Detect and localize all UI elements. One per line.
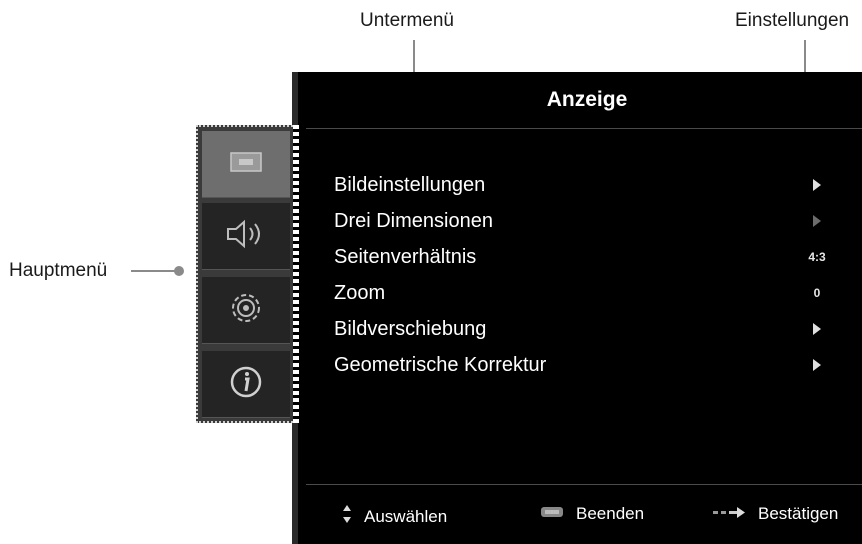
osd-title: Anzeige <box>546 88 628 111</box>
mainmenu-leader-line <box>131 270 177 272</box>
header-divider <box>306 128 862 129</box>
sidebar-dotted-border <box>293 125 299 423</box>
up-down-icon <box>342 504 352 529</box>
menu-item-bildeinstellungen[interactable]: Bildeinstellungen <box>334 167 546 203</box>
menu-item-drei-dimensionen[interactable]: Drei Dimensionen <box>334 203 546 239</box>
osd-footer: Auswählen Beenden Bestätigen <box>292 484 862 544</box>
value-drei-dimensionen[interactable] <box>797 203 837 239</box>
display-icon <box>229 150 263 179</box>
speaker-icon <box>224 219 268 254</box>
main-menu-sidebar <box>196 125 296 423</box>
gear-icon <box>228 290 264 331</box>
footer-exit-label: Beenden <box>576 504 645 523</box>
right-arrow-icon <box>813 323 821 335</box>
value-bildeinstellungen[interactable] <box>797 167 837 203</box>
value-bildverschiebung[interactable] <box>797 311 837 347</box>
menu-item-seitenverhaeltnis[interactable]: Seitenverhältnis <box>334 239 546 275</box>
footer-exit[interactable]: Beenden <box>540 504 644 524</box>
osd-header: Anzeige <box>292 72 862 128</box>
value-seitenverhaeltnis[interactable]: 4:3 <box>797 239 837 275</box>
menu-item-bildverschiebung[interactable]: Bildverschiebung <box>334 311 546 347</box>
footer-confirm[interactable]: Bestätigen <box>712 504 838 524</box>
right-arrow-icon <box>813 179 821 191</box>
menu-item-geometrische-korrektur[interactable]: Geometrische Korrektur <box>334 347 546 383</box>
main-menu-display[interactable] <box>202 131 290 198</box>
value-zoom[interactable]: 0 <box>797 275 837 311</box>
mainmenu-leader-dot <box>174 266 184 276</box>
footer-select[interactable]: Auswählen <box>342 504 447 529</box>
main-menu-info[interactable] <box>202 351 290 418</box>
menu-button-icon <box>540 504 564 524</box>
menu-item-zoom[interactable]: Zoom <box>334 275 546 311</box>
value-geometrische-korrektur[interactable] <box>797 347 837 383</box>
submenu-list: Bildeinstellungen Drei Dimensionen Seite… <box>334 167 546 383</box>
right-arrow-icon <box>813 215 821 227</box>
mainmenu-callout: Hauptmenü <box>9 260 108 281</box>
main-menu-setup[interactable] <box>202 277 290 344</box>
submenu-callout: Untermenü <box>360 10 454 31</box>
settings-callout: Einstellungen <box>735 10 850 31</box>
settings-column: 4:3 0 <box>797 167 837 383</box>
enter-arrow-icon <box>712 504 746 524</box>
footer-confirm-label: Bestätigen <box>758 504 839 523</box>
footer-select-label: Auswählen <box>364 506 448 526</box>
main-menu-audio[interactable] <box>202 203 290 270</box>
info-icon <box>228 364 264 405</box>
right-arrow-icon <box>813 359 821 371</box>
osd-panel: Anzeige Bildeinstellungen Drei Dimension… <box>292 72 862 544</box>
